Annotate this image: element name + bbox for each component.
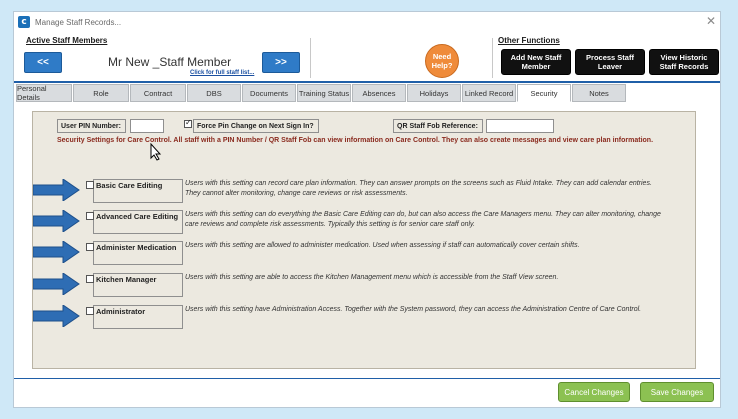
administrator-checkbox[interactable] (86, 307, 94, 315)
force-pin-change-checkbox[interactable] (184, 118, 192, 128)
window-title: Manage Staff Records... (35, 17, 122, 27)
qr-fob-label: QR Staff Fob Reference: (393, 119, 483, 133)
pin-number-label: User PIN Number: (57, 119, 126, 133)
permission-row-administer-medication: Administer Medication Users with this se… (33, 241, 693, 269)
security-note: Security Settings for Care Control. All … (57, 137, 654, 144)
arrow-right-icon (33, 179, 80, 201)
kitchen-manager-description: Users with this setting are able to acce… (185, 274, 559, 281)
cancel-changes-button[interactable]: Cancel Changes (558, 382, 630, 402)
other-functions-label: Other Functions (498, 36, 560, 45)
pin-number-input[interactable] (130, 119, 164, 133)
app-logo-icon: c (18, 16, 30, 28)
tab-documents[interactable]: Documents (242, 84, 296, 102)
administrator-label: Administrator (96, 307, 146, 316)
view-historic-records-button[interactable]: View Historic Staff Records (649, 49, 719, 75)
arrow-right-icon (33, 273, 80, 295)
force-pin-change-label: Force Pin Change on Next Sign In? (193, 119, 319, 133)
active-staff-group: Active Staff Members << Mr New _Staff Me… (18, 34, 308, 82)
tab-dbs[interactable]: DBS (187, 84, 241, 102)
tab-security[interactable]: Security (517, 84, 571, 102)
permission-row-basic-care: Basic Care Editing Users with this setti… (33, 179, 693, 207)
tab-absences[interactable]: Absences (352, 84, 406, 102)
save-changes-button[interactable]: Save Changes (640, 382, 714, 402)
tab-role[interactable]: Role (73, 84, 129, 102)
next-staff-button[interactable]: >> (262, 52, 300, 73)
header: Active Staff Members << Mr New _Staff Me… (14, 32, 720, 84)
tab-personal-details[interactable]: Personal Details (16, 84, 72, 102)
administer-medication-description: Users with this setting are allowed to a… (185, 242, 580, 249)
arrow-right-icon (33, 305, 80, 327)
kitchen-manager-label: Kitchen Manager (96, 275, 157, 284)
kitchen-manager-checkbox[interactable] (86, 275, 94, 283)
active-staff-label: Active Staff Members (26, 36, 108, 45)
header-divider (310, 38, 311, 78)
basic-care-editing-checkbox[interactable] (86, 181, 94, 189)
permission-row-kitchen-manager: Kitchen Manager Users with this setting … (33, 273, 693, 301)
header-separator (14, 81, 720, 83)
tab-linked-record[interactable]: Linked Record (462, 84, 516, 102)
advanced-care-editing-checkbox[interactable] (86, 212, 94, 220)
header-divider (492, 38, 493, 78)
add-new-staff-button[interactable]: Add New Staff Member (501, 49, 571, 75)
full-staff-list-link[interactable]: Click for full staff list... (190, 70, 254, 76)
tab-bar: Personal Details Role Contract DBS Docum… (16, 84, 627, 102)
manage-staff-window: c Manage Staff Records... ✕ Active Staff… (13, 11, 721, 408)
advanced-care-editing-label: Advanced Care Editing (96, 212, 179, 221)
close-icon[interactable]: ✕ (706, 15, 716, 27)
tab-notes[interactable]: Notes (572, 84, 626, 102)
previous-staff-button[interactable]: << (24, 52, 62, 73)
tab-training-status[interactable]: Training Status (297, 84, 351, 102)
mouse-cursor-icon (150, 143, 162, 161)
basic-care-editing-description: Users with this setting can record care … (185, 180, 652, 197)
staff-name: Mr New _Staff Member (108, 55, 232, 69)
administer-medication-label: Administer Medication (96, 243, 177, 252)
process-leaver-button[interactable]: Process Staff Leaver (575, 49, 645, 75)
footer-separator (14, 378, 720, 379)
permission-row-administrator: Administrator Users with this setting ha… (33, 305, 693, 333)
security-panel: User PIN Number: Force Pin Change on Nex… (32, 111, 696, 369)
administer-medication-checkbox[interactable] (86, 243, 94, 251)
basic-care-editing-label: Basic Care Editing (96, 181, 163, 190)
administrator-description: Users with this setting have Administrat… (185, 306, 642, 313)
tab-contract[interactable]: Contract (130, 84, 186, 102)
tab-holidays[interactable]: Holidays (407, 84, 461, 102)
arrow-right-icon (33, 210, 80, 232)
permission-row-advanced-care: Advanced Care Editing Users with this se… (33, 210, 693, 238)
arrow-right-icon (33, 241, 80, 263)
advanced-care-editing-description: Users with this setting can do everythin… (185, 211, 661, 228)
title-bar: c Manage Staff Records... ✕ (14, 12, 720, 32)
qr-fob-input[interactable] (486, 119, 554, 133)
need-help-button[interactable]: Need Help? (425, 44, 459, 78)
